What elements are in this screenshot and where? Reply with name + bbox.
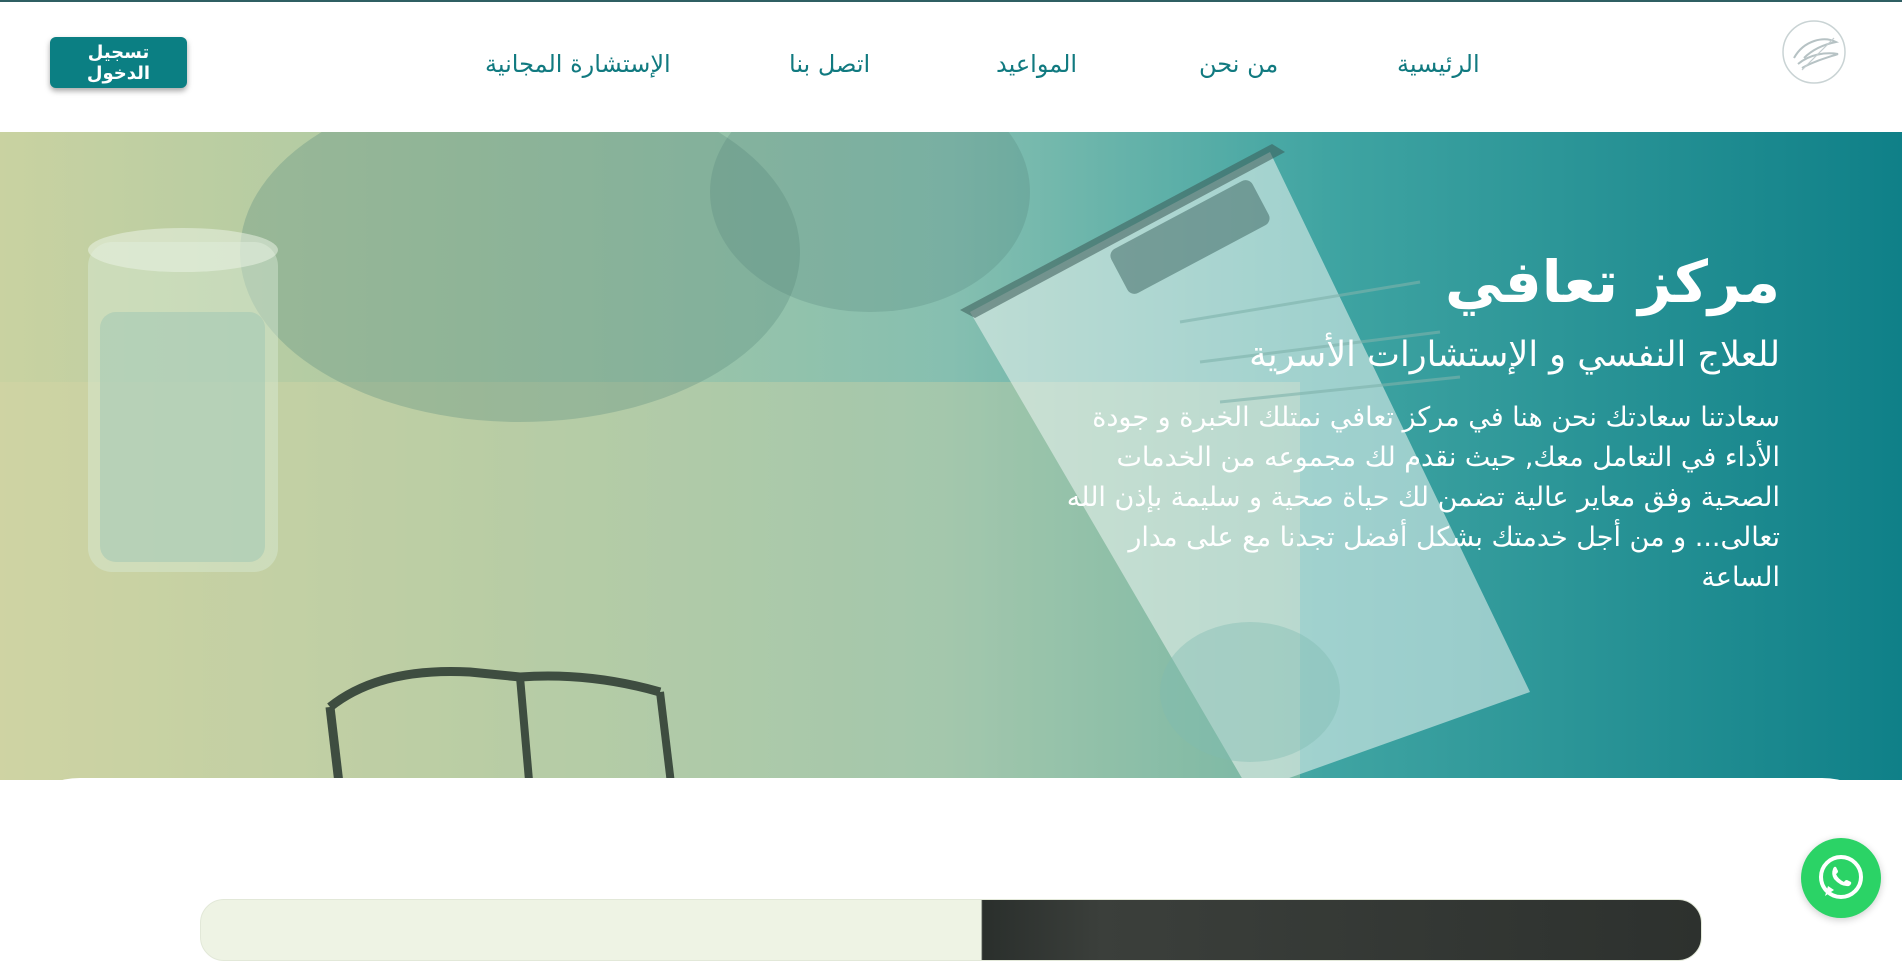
feather-logo-icon[interactable] — [1780, 18, 1848, 86]
hero-subtitle: للعلاج النفسي و الإستشارات الأسرية — [1249, 335, 1780, 375]
nav-appointments[interactable]: المواعيد — [996, 50, 1077, 78]
hero-section: مركز تعافي للعلاج النفسي و الإستشارات ال… — [0, 132, 1902, 780]
whatsapp-button[interactable] — [1801, 838, 1881, 918]
whatsapp-icon — [1819, 855, 1863, 899]
nav-home[interactable]: الرئيسية — [1397, 50, 1480, 78]
nav-free-consultation[interactable]: الإستشارة المجانية — [485, 50, 671, 78]
nav-about[interactable]: من نحن — [1199, 50, 1278, 78]
hero-title: مركز تعافي — [1445, 248, 1780, 316]
hero-description: سعادتنا سعادتك نحن هنا في مركز تعافي نمت… — [1066, 402, 1780, 593]
hero-text-block: مركز تعافي للعلاج النفسي و الإستشارات ال… — [1060, 242, 1780, 598]
feature-card — [200, 899, 1702, 961]
nav-contact[interactable]: اتصل بنا — [789, 50, 870, 78]
site-header: الرئيسية من نحن المواعيد اتصل بنا الإستش… — [0, 2, 1902, 132]
login-button[interactable]: تسجيل الدخول — [50, 37, 187, 88]
